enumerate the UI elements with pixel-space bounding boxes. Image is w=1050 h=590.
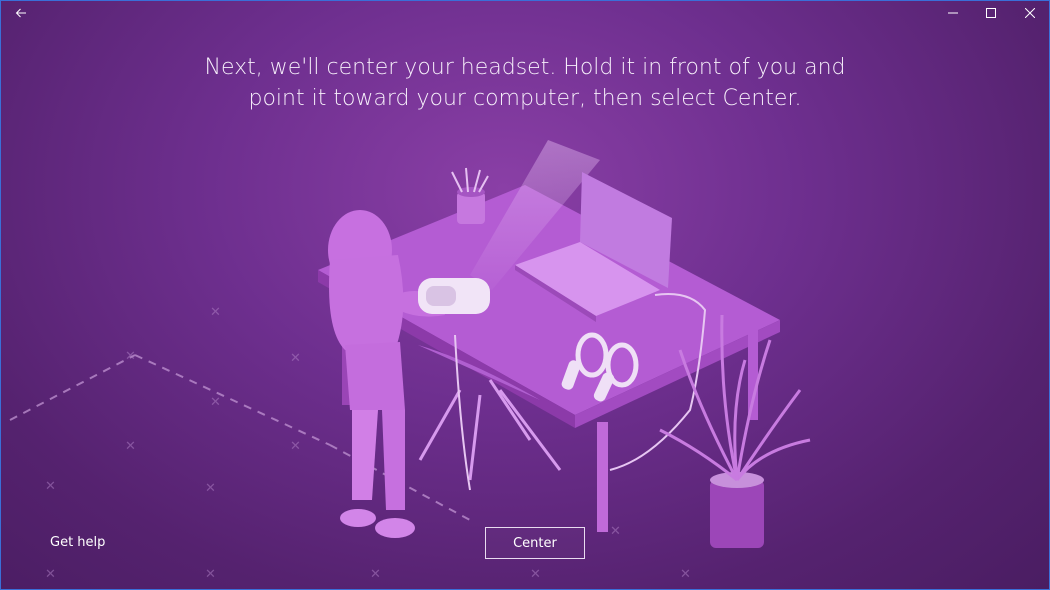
svg-text:✕: ✕ xyxy=(680,567,691,582)
svg-text:✕: ✕ xyxy=(210,305,221,320)
center-button[interactable]: Center xyxy=(485,527,585,559)
get-help-link[interactable]: Get help xyxy=(50,535,105,550)
svg-text:✕: ✕ xyxy=(610,524,621,539)
svg-text:✕: ✕ xyxy=(370,567,381,582)
close-icon xyxy=(1025,8,1035,18)
minimize-icon xyxy=(948,12,958,14)
instruction-heading: Next, we'll center your headset. Hold it… xyxy=(0,52,1050,114)
svg-text:✕: ✕ xyxy=(45,567,56,582)
svg-text:✕: ✕ xyxy=(210,395,221,410)
instruction-line-1: Next, we'll center your headset. Hold it… xyxy=(204,55,846,80)
svg-text:✕: ✕ xyxy=(290,439,301,454)
title-bar xyxy=(0,0,1050,26)
svg-text:✕: ✕ xyxy=(205,481,216,496)
svg-text:✕: ✕ xyxy=(45,479,56,494)
headset xyxy=(418,278,490,314)
svg-text:✕: ✕ xyxy=(125,439,136,454)
arrow-left-icon xyxy=(15,8,26,18)
svg-text:✕: ✕ xyxy=(205,567,216,582)
close-button[interactable] xyxy=(1011,0,1049,26)
minimize-button[interactable] xyxy=(934,0,972,26)
maximize-icon xyxy=(986,8,996,18)
maximize-button[interactable] xyxy=(972,0,1010,26)
svg-text:✕: ✕ xyxy=(125,349,136,364)
svg-text:✕: ✕ xyxy=(530,567,541,582)
back-button[interactable] xyxy=(6,0,36,26)
svg-text:✕: ✕ xyxy=(290,351,301,366)
pencil-cup xyxy=(451,167,489,224)
setup-illustration: ✕ ✕ ✕ ✕ ✕ ✕ ✕ ✕ ✕ ✕ ✕ ✕ ✕ ✕ xyxy=(9,140,811,582)
